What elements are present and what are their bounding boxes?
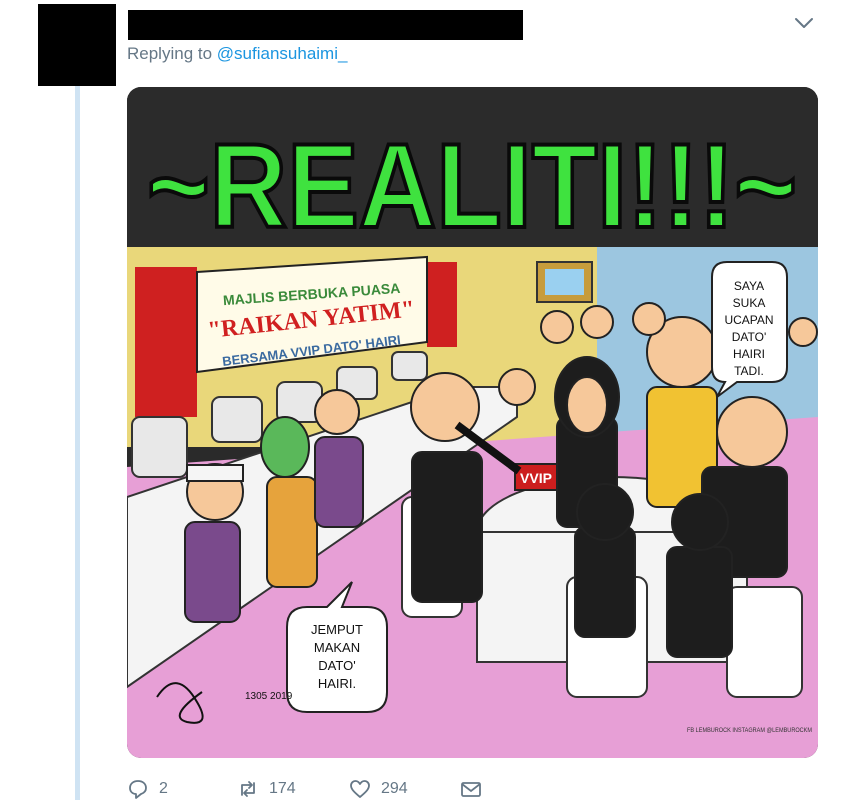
like-button[interactable]: 294 — [349, 778, 408, 800]
reply-count: 2 — [159, 780, 168, 797]
svg-text:JEMPUT: JEMPUT — [311, 622, 363, 637]
chevron-down-icon[interactable] — [793, 12, 815, 34]
signature-date: 1305 2019 — [245, 691, 293, 702]
tweet-actions: 2 174 294 — [127, 778, 687, 800]
svg-text:HAIRI: HAIRI — [733, 347, 765, 361]
curtain-right — [427, 262, 457, 347]
svg-text:MAKAN: MAKAN — [314, 640, 360, 655]
replying-handle-link[interactable]: @sufiansuhaimi_ — [217, 44, 348, 63]
svg-text:DATO': DATO' — [732, 330, 767, 344]
svg-text:SAYA: SAYA — [734, 279, 764, 293]
svg-text:TADI.: TADI. — [734, 364, 764, 378]
reply-button[interactable]: 2 — [127, 778, 168, 800]
image-credit: FB LEMBUROCK INSTAGRAM @LEMBUROCKM — [687, 728, 812, 734]
dm-button[interactable] — [460, 778, 492, 800]
retweet-icon — [241, 781, 255, 797]
dm-icon — [461, 782, 481, 797]
curtain-left — [135, 267, 197, 417]
author-name-redacted[interactable] — [128, 10, 523, 40]
retweet-button[interactable]: 174 — [237, 778, 296, 800]
svg-text:DATO': DATO' — [318, 658, 355, 673]
svg-text:HAIRI.: HAIRI. — [318, 676, 356, 691]
avatar[interactable] — [38, 4, 116, 86]
svg-text:UCAPAN: UCAPAN — [724, 313, 773, 327]
svg-text:SUKA: SUKA — [733, 296, 766, 310]
vvip-sign-text: VVIP — [520, 470, 552, 486]
thread-line — [75, 86, 80, 800]
tweet-image[interactable]: ~REALITI!!!~ MAJLIS BERBUKA PUASA "RAIKA… — [127, 87, 818, 758]
replying-to: Replying to @sufiansuhaimi_ — [127, 44, 347, 64]
retweet-count: 174 — [269, 780, 296, 797]
cartoon-illustration: ~REALITI!!!~ MAJLIS BERBUKA PUASA "RAIKA… — [127, 87, 818, 758]
reply-icon — [129, 780, 147, 799]
replying-prefix: Replying to — [127, 44, 213, 63]
like-icon — [350, 780, 370, 798]
like-count: 294 — [381, 780, 408, 797]
headline-text: ~REALITI!!!~ — [147, 119, 797, 253]
